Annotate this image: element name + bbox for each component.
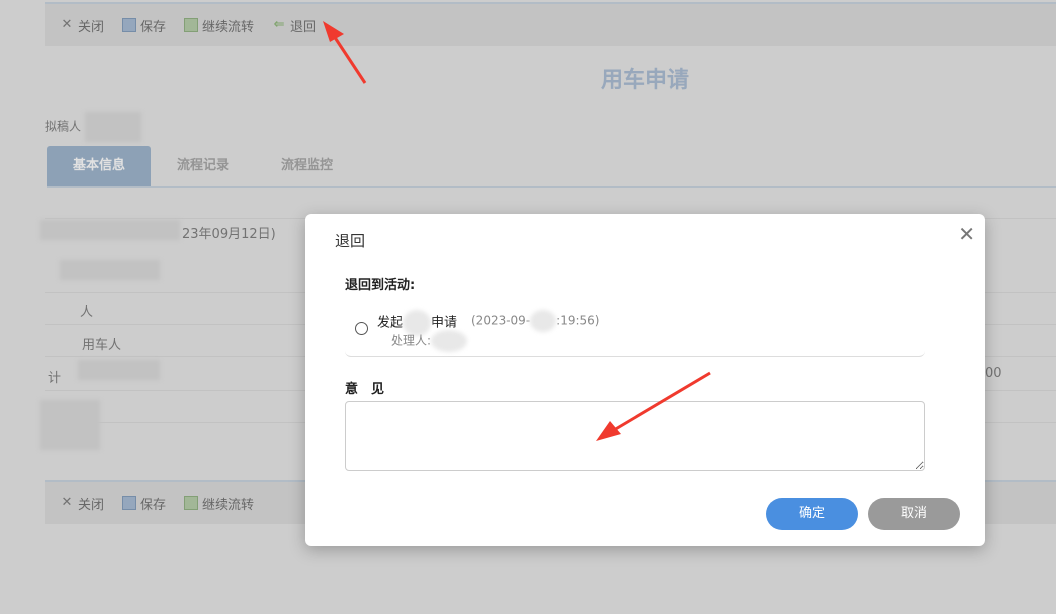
activity-handler: 处理人: xyxy=(391,330,468,352)
cancel-button[interactable]: 取消 xyxy=(868,498,960,530)
activity-time-prefix: (2023-09- xyxy=(471,313,531,328)
return-dialog: 退回 ✕ 退回到活动: 发起 申请 (2023-09- :19:56) 处理人: 意… xyxy=(305,214,985,546)
opinion-label: 意 见 xyxy=(345,382,385,397)
dialog-title: 退回 xyxy=(335,232,366,250)
handler-label: 处理人: xyxy=(391,333,432,348)
confirm-button[interactable]: 确定 xyxy=(766,498,858,530)
return-to-label: 退回到活动: xyxy=(345,278,416,293)
redacted-text xyxy=(431,330,468,352)
dialog-close-icon[interactable]: ✕ xyxy=(958,222,975,246)
activity-time: (2023-09- :19:56) xyxy=(471,310,599,332)
redacted-text xyxy=(530,310,557,332)
activity-option[interactable]: 发起 申请 (2023-09- :19:56) 处理人: xyxy=(345,298,925,357)
activity-name-prefix: 发起 xyxy=(377,315,404,331)
activity-time-suffix: :19:56) xyxy=(556,313,600,328)
opinion-textarea[interactable] xyxy=(345,401,925,471)
activity-radio[interactable] xyxy=(355,322,368,335)
activity-name-suffix: 申请 xyxy=(431,315,458,331)
